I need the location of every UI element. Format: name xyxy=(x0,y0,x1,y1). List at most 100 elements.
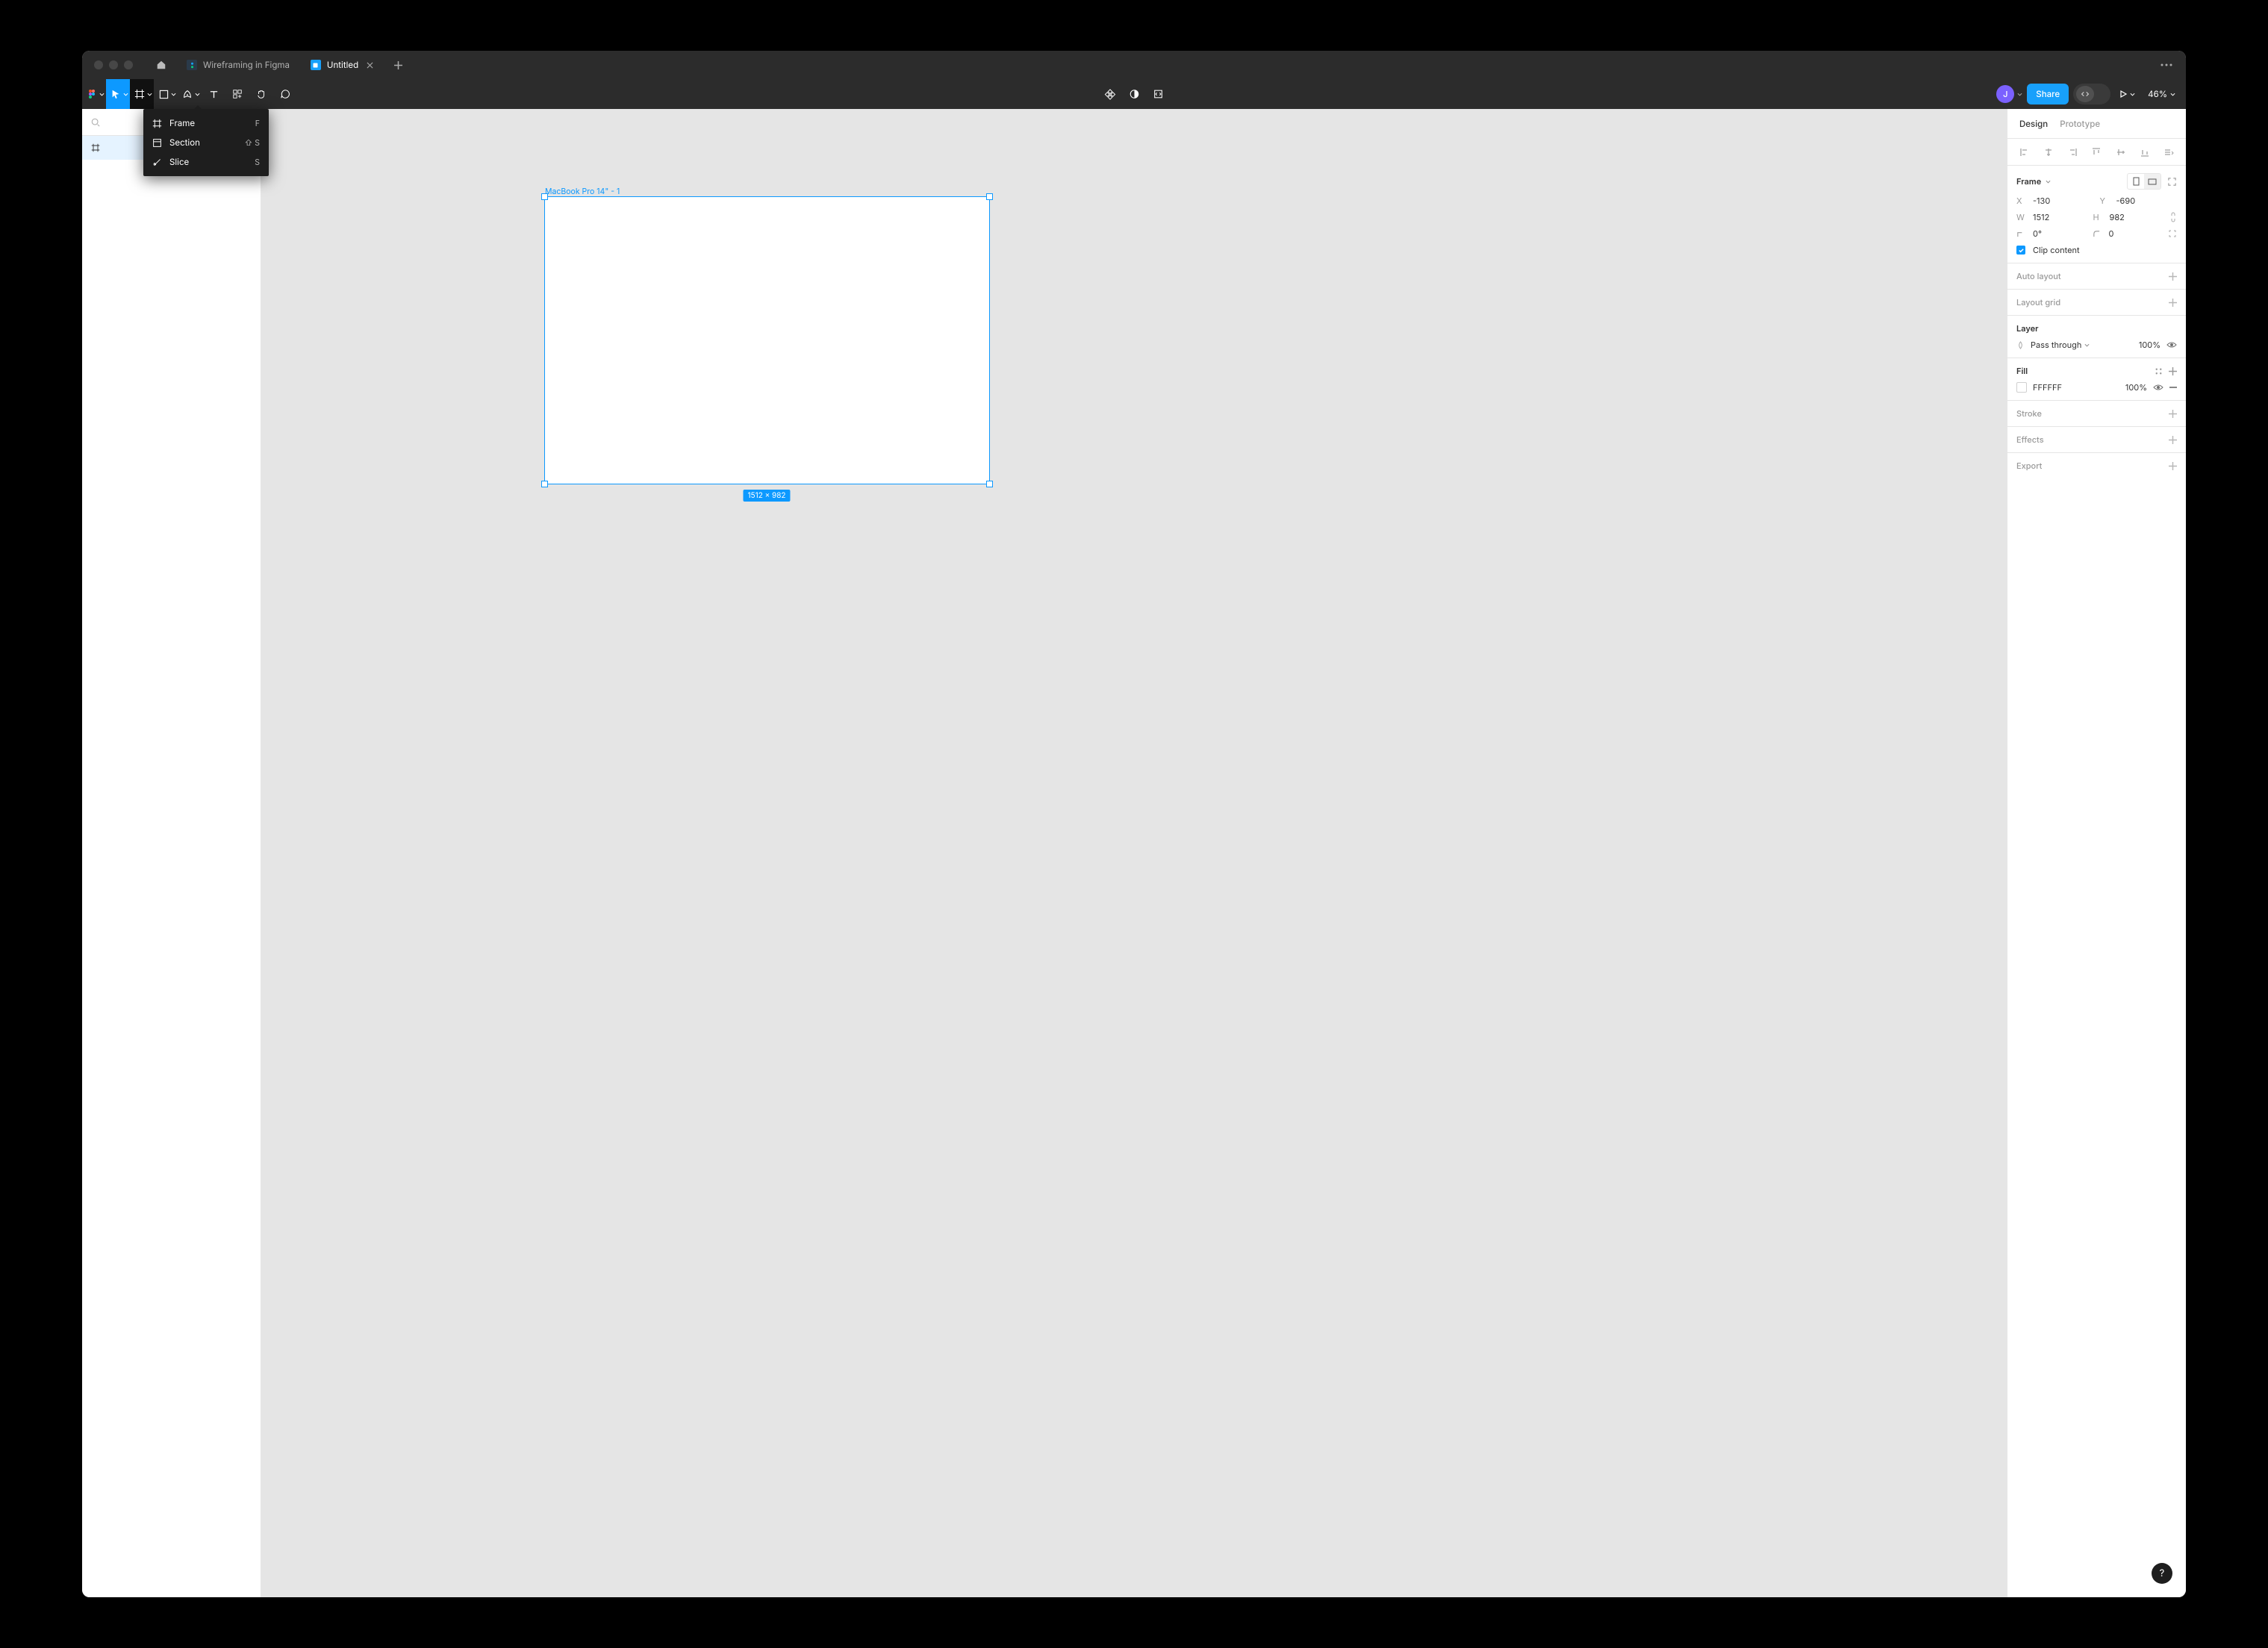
add-auto-layout-button[interactable] xyxy=(2169,272,2177,281)
frame-section: Frame X -130 xyxy=(2007,166,2186,263)
share-button[interactable]: Share xyxy=(2027,84,2069,104)
dropdown-item-frame[interactable]: Frame F xyxy=(143,113,269,133)
selection-handle-ne[interactable] xyxy=(987,194,992,199)
align-hcenter-icon[interactable] xyxy=(2040,144,2057,160)
components-button[interactable] xyxy=(1105,89,1116,100)
mask-button[interactable] xyxy=(1130,89,1140,99)
dev-mode-toggle[interactable] xyxy=(2073,84,2110,104)
chevron-down-icon[interactable] xyxy=(2046,180,2051,184)
constrain-proportions-icon[interactable] xyxy=(2169,212,2177,222)
move-tool-button[interactable] xyxy=(106,79,130,109)
selection-handle-sw[interactable] xyxy=(542,481,547,487)
corner-radius-input[interactable]: 0 xyxy=(2109,228,2163,239)
align-left-icon[interactable] xyxy=(2016,144,2033,160)
add-export-button[interactable] xyxy=(2169,462,2177,470)
add-fill-button[interactable] xyxy=(2169,367,2177,375)
chevron-down-icon[interactable] xyxy=(2084,343,2090,347)
tab-prototype[interactable]: Prototype xyxy=(2060,119,2100,129)
clip-content-checkbox[interactable] xyxy=(2016,246,2025,255)
boolean-button[interactable] xyxy=(1153,89,1164,99)
align-more-icon[interactable] xyxy=(2160,144,2177,160)
selection-handle-se[interactable] xyxy=(987,481,992,487)
h-input[interactable]: 982 xyxy=(2110,212,2164,222)
search-icon xyxy=(91,118,100,127)
rotation-input[interactable]: 0° xyxy=(2033,228,2087,239)
text-tool-button[interactable] xyxy=(202,79,225,109)
fill-opacity-input[interactable]: 100% xyxy=(2125,382,2147,393)
remove-fill-button[interactable] xyxy=(2169,387,2177,388)
selection-handle-nw[interactable] xyxy=(542,194,547,199)
fullscreen-window-icon[interactable] xyxy=(124,60,133,69)
canvas[interactable]: MacBook Pro 14" - 1 1512 × 982 xyxy=(261,109,2007,1597)
y-input[interactable]: -690 xyxy=(2116,196,2178,206)
align-vcenter-icon[interactable] xyxy=(2113,144,2129,160)
resize-to-fit-icon[interactable] xyxy=(2167,177,2177,187)
chevron-down-icon xyxy=(99,93,105,96)
comment-tool-button[interactable] xyxy=(273,79,297,109)
dropdown-label: Frame xyxy=(169,118,195,128)
figma-file-icon xyxy=(311,60,321,70)
w-label: W xyxy=(2016,212,2027,222)
layer-section-title: Layer xyxy=(2016,323,2039,334)
canvas-frame[interactable] xyxy=(545,197,989,484)
frame-tool-button[interactable] xyxy=(130,79,154,109)
align-top-icon[interactable] xyxy=(2088,144,2105,160)
pen-tool-button[interactable] xyxy=(178,79,202,109)
frame-section-title[interactable]: Frame xyxy=(2016,176,2041,187)
opacity-input[interactable]: 100% xyxy=(2139,340,2160,350)
dimensions-badge: 1512 × 982 xyxy=(743,490,790,502)
w-input[interactable]: 1512 xyxy=(2033,212,2087,222)
rotation-icon xyxy=(2016,230,2027,238)
design-panel: Design Prototype Frame xyxy=(2007,109,2186,1597)
effects-title: Effects xyxy=(2016,434,2044,445)
orientation-toggle[interactable] xyxy=(2127,173,2161,190)
dropdown-shortcut: F xyxy=(255,119,260,128)
new-tab-button[interactable] xyxy=(387,54,409,76)
visibility-icon[interactable] xyxy=(2166,341,2177,349)
help-button[interactable]: ? xyxy=(2152,1563,2172,1584)
resources-button[interactable] xyxy=(225,79,249,109)
stroke-section: Stroke xyxy=(2007,401,2186,427)
add-effect-button[interactable] xyxy=(2169,436,2177,444)
figma-file-icon xyxy=(187,60,197,70)
help-icon: ? xyxy=(2160,1567,2165,1579)
add-layout-grid-button[interactable] xyxy=(2169,299,2177,307)
auto-layout-section: Auto layout xyxy=(2007,263,2186,290)
independent-corners-icon[interactable] xyxy=(2168,229,2177,238)
frame-icon xyxy=(91,143,100,152)
fill-styles-icon[interactable] xyxy=(2155,367,2163,375)
add-stroke-button[interactable] xyxy=(2169,410,2177,418)
tab-untitled[interactable]: Untitled xyxy=(302,51,384,79)
fill-section-title: Fill xyxy=(2016,366,2028,376)
hand-tool-button[interactable] xyxy=(249,79,273,109)
tab-wireframing[interactable]: Wireframing in Figma xyxy=(178,51,299,79)
align-right-icon[interactable] xyxy=(2064,144,2081,160)
frame-label[interactable]: MacBook Pro 14" - 1 xyxy=(545,187,620,196)
x-input[interactable]: -130 xyxy=(2033,196,2094,206)
zoom-control[interactable]: 46% xyxy=(2143,89,2180,99)
close-window-icon[interactable] xyxy=(94,60,103,69)
present-button[interactable] xyxy=(2115,79,2139,109)
auto-layout-title: Auto layout xyxy=(2016,271,2061,281)
fill-color-swatch[interactable] xyxy=(2016,382,2027,393)
fill-hex-input[interactable]: FFFFFF xyxy=(2033,382,2119,393)
align-bottom-icon[interactable] xyxy=(2137,144,2153,160)
y-label: Y xyxy=(2100,196,2110,206)
blend-mode-icon[interactable] xyxy=(2016,341,2025,349)
close-tab-icon[interactable] xyxy=(364,60,375,70)
minimize-window-icon[interactable] xyxy=(109,60,118,69)
dropdown-item-section[interactable]: Section ⇧ S xyxy=(143,133,269,152)
user-avatar-button[interactable]: J xyxy=(1996,85,2022,103)
landscape-icon[interactable] xyxy=(2144,174,2160,189)
blend-mode-select[interactable]: Pass through xyxy=(2031,340,2081,350)
shape-tool-button[interactable] xyxy=(154,79,178,109)
overflow-menu-button[interactable] xyxy=(2155,53,2178,77)
fill-visibility-icon[interactable] xyxy=(2153,384,2163,391)
home-button[interactable] xyxy=(148,51,175,79)
main-menu-button[interactable] xyxy=(82,79,106,109)
layout-grid-section: Layout grid xyxy=(2007,290,2186,316)
pen-icon xyxy=(182,89,193,99)
portrait-icon[interactable] xyxy=(2128,174,2144,189)
tab-design[interactable]: Design xyxy=(2019,119,2048,129)
dropdown-item-slice[interactable]: Slice S xyxy=(143,152,269,172)
